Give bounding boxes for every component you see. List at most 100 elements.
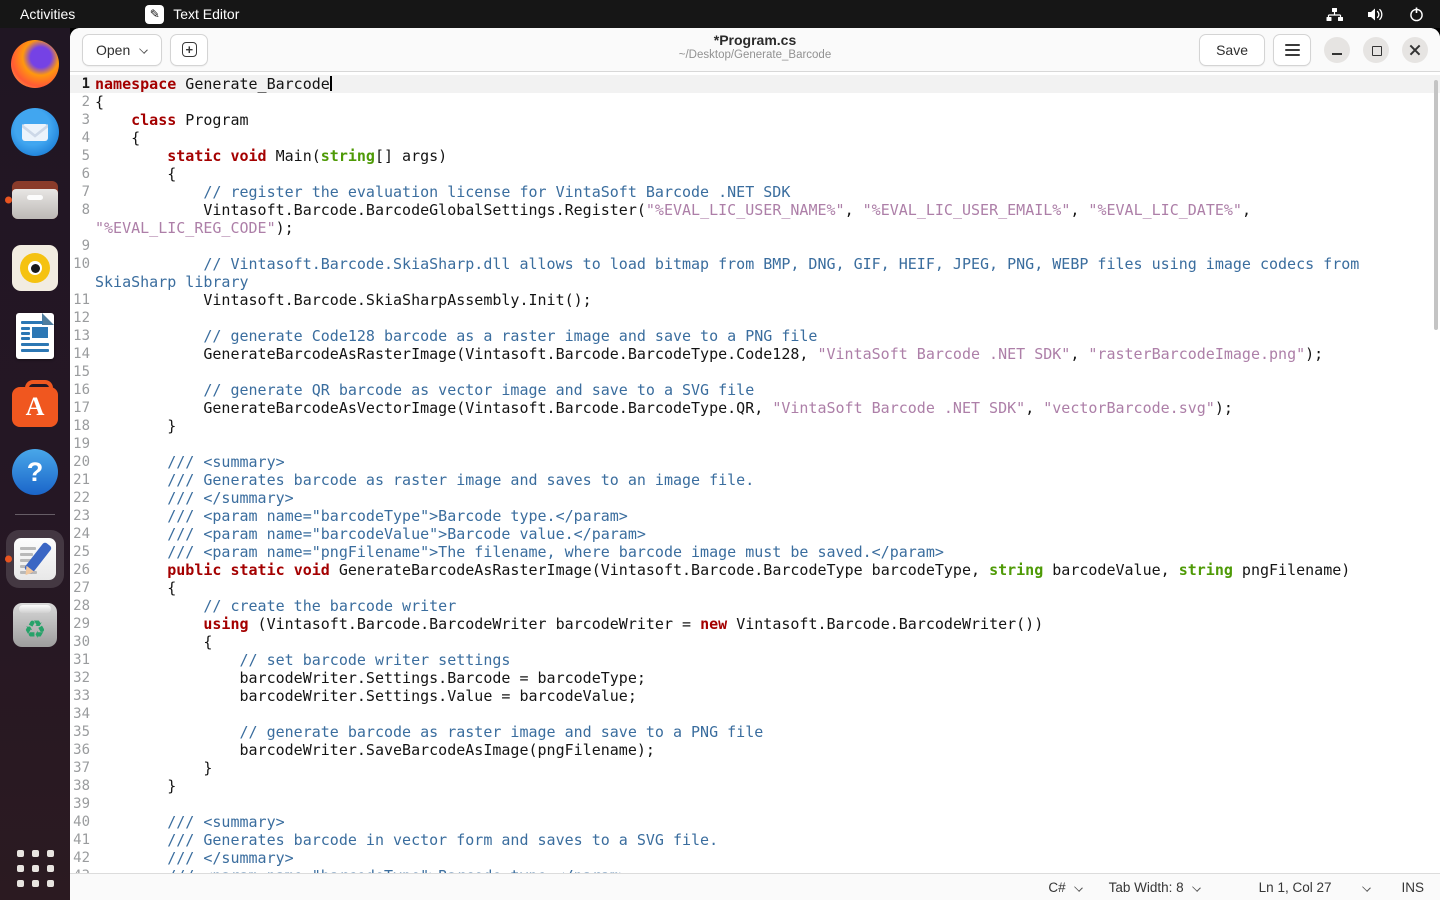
line-number: 22 (70, 489, 90, 507)
line-number: 5 (70, 147, 90, 165)
code-text: // set barcode writer settings (95, 651, 510, 669)
line-number: 11 (70, 291, 90, 309)
chevron-down-icon (138, 46, 148, 53)
new-tab-button[interactable] (170, 34, 208, 66)
firefox-icon[interactable] (0, 30, 70, 98)
code-line[interactable]: 18 } (70, 417, 1440, 435)
running-indicator (5, 556, 12, 563)
code-line[interactable]: 24 /// <param name="barcodeValue">Barcod… (70, 525, 1440, 543)
rhythmbox-icon[interactable] (0, 234, 70, 302)
code-line[interactable]: 10 // Vintasoft.Barcode.SkiaSharp.dll al… (70, 255, 1440, 273)
code-line[interactable]: 39 (70, 795, 1440, 813)
activities-button[interactable]: Activities (20, 6, 75, 22)
save-button[interactable]: Save (1199, 34, 1265, 66)
code-editor[interactable]: 1namespace Generate_Barcode2{3 class Pro… (70, 72, 1440, 873)
code-line[interactable]: 27 { (70, 579, 1440, 597)
line-number: 3 (70, 111, 90, 129)
line-number: 2 (70, 93, 90, 111)
network-icon[interactable] (1326, 7, 1343, 22)
line-number: 1 (70, 75, 90, 93)
code-line[interactable]: 29 using (Vintasoft.Barcode.BarcodeWrite… (70, 615, 1440, 633)
scrollbar-thumb[interactable] (1434, 80, 1438, 330)
code-line[interactable]: 38 } (70, 777, 1440, 795)
code-line[interactable]: 6 { (70, 165, 1440, 183)
code-text: /// </summary> (95, 489, 294, 507)
help-icon[interactable]: ? (0, 438, 70, 506)
code-text: } (95, 777, 176, 795)
open-button[interactable]: Open (82, 34, 162, 66)
code-line[interactable]: 1namespace Generate_Barcode (70, 75, 1440, 93)
code-line[interactable]: 36 barcodeWriter.SaveBarcodeAsImage(pngF… (70, 741, 1440, 759)
code-line[interactable]: 7 // register the evaluation license for… (70, 183, 1440, 201)
line-number: 42 (70, 849, 90, 867)
code-text: Vintasoft.Barcode.SkiaSharpAssembly.Init… (95, 291, 592, 309)
code-line[interactable]: 30 { (70, 633, 1440, 651)
code-line[interactable]: 25 /// <param name="pngFilename">The fil… (70, 543, 1440, 561)
code-text: /// <summary> (95, 453, 285, 471)
line-number: 7 (70, 183, 90, 201)
thunderbird-icon[interactable] (0, 98, 70, 166)
tab-width-selector[interactable]: Tab Width: 8 (1109, 880, 1201, 895)
close-button[interactable] (1402, 37, 1428, 63)
volume-icon[interactable] (1367, 7, 1385, 22)
code-line[interactable]: 42 /// </summary> (70, 849, 1440, 867)
text-editor-icon[interactable] (0, 527, 70, 591)
app-grid-icon[interactable] (0, 846, 70, 900)
code-line[interactable]: 9 (70, 237, 1440, 255)
code-line[interactable]: 16 // generate QR barcode as vector imag… (70, 381, 1440, 399)
power-icon[interactable] (1409, 7, 1424, 22)
cursor-position-button[interactable]: Ln 1, Col 27 (1259, 880, 1332, 895)
menu-icon (1285, 49, 1300, 51)
code-line[interactable]: 33 barcodeWriter.Settings.Value = barcod… (70, 687, 1440, 705)
code-line[interactable]: 19 (70, 435, 1440, 453)
code-text: /// <param name="barcodeValue">Barcode v… (95, 525, 646, 543)
code-line[interactable]: 17 GenerateBarcodeAsVectorImage(Vintasof… (70, 399, 1440, 417)
line-number: 17 (70, 399, 90, 417)
files-icon[interactable] (0, 166, 70, 234)
code-line[interactable]: 2{ (70, 93, 1440, 111)
code-line[interactable]: 5 static void Main(string[] args) (70, 147, 1440, 165)
restore-button[interactable] (1363, 37, 1389, 63)
code-text: "%EVAL_LIC_REG_CODE"); (95, 219, 294, 237)
code-line[interactable]: 20 /// <summary> (70, 453, 1440, 471)
code-line[interactable]: 3 class Program (70, 111, 1440, 129)
code-line[interactable]: 28 // create the barcode writer (70, 597, 1440, 615)
code-line[interactable]: 34 (70, 705, 1440, 723)
code-line[interactable]: 23 /// <param name="barcodeType">Barcode… (70, 507, 1440, 525)
code-text: SkiaSharp library (95, 273, 249, 291)
code-line[interactable]: 14 GenerateBarcodeAsRasterImage(Vintasof… (70, 345, 1440, 363)
code-line[interactable]: 12 (70, 309, 1440, 327)
code-line[interactable]: 15 (70, 363, 1440, 381)
code-line[interactable]: 32 barcodeWriter.Settings.Barcode = barc… (70, 669, 1440, 687)
code-text: static void Main(string[] args) (95, 147, 447, 165)
document-path: ~/Desktop/Generate_Barcode (679, 49, 831, 61)
chevron-down-icon[interactable] (1361, 884, 1371, 891)
code-line[interactable]: 4 { (70, 129, 1440, 147)
code-line[interactable]: 37 } (70, 759, 1440, 777)
line-number: 29 (70, 615, 90, 633)
trash-icon[interactable]: ♻ (0, 591, 70, 659)
focused-app-indicator[interactable]: ✎ Text Editor (145, 5, 239, 24)
focused-app-label: Text Editor (173, 6, 239, 22)
main-menu-button[interactable] (1273, 34, 1311, 66)
code-line[interactable]: "%EVAL_LIC_REG_CODE"); (70, 219, 1440, 237)
text-cursor (330, 76, 332, 91)
line-number: 6 (70, 165, 90, 183)
minimize-button[interactable] (1324, 37, 1350, 63)
code-line[interactable]: 11 Vintasoft.Barcode.SkiaSharpAssembly.I… (70, 291, 1440, 309)
line-number: 38 (70, 777, 90, 795)
header-bar: Open *Program.cs ~/Desktop/Generate_Barc… (70, 28, 1440, 72)
app-center-icon[interactable]: A (0, 370, 70, 438)
code-line[interactable]: 26 public static void GenerateBarcodeAsR… (70, 561, 1440, 579)
code-line[interactable]: 21 /// Generates barcode as raster image… (70, 471, 1440, 489)
code-line[interactable]: 31 // set barcode writer settings (70, 651, 1440, 669)
code-line[interactable]: 41 /// Generates barcode in vector form … (70, 831, 1440, 849)
libreoffice-writer-icon[interactable] (0, 302, 70, 370)
code-line[interactable]: 13 // generate Code128 barcode as a rast… (70, 327, 1440, 345)
language-selector[interactable]: C# (1048, 880, 1082, 895)
code-line[interactable]: 8 Vintasoft.Barcode.BarcodeGlobalSetting… (70, 201, 1440, 219)
code-line[interactable]: 35 // generate barcode as raster image a… (70, 723, 1440, 741)
code-line[interactable]: SkiaSharp library (70, 273, 1440, 291)
code-line[interactable]: 40 /// <summary> (70, 813, 1440, 831)
code-line[interactable]: 22 /// </summary> (70, 489, 1440, 507)
